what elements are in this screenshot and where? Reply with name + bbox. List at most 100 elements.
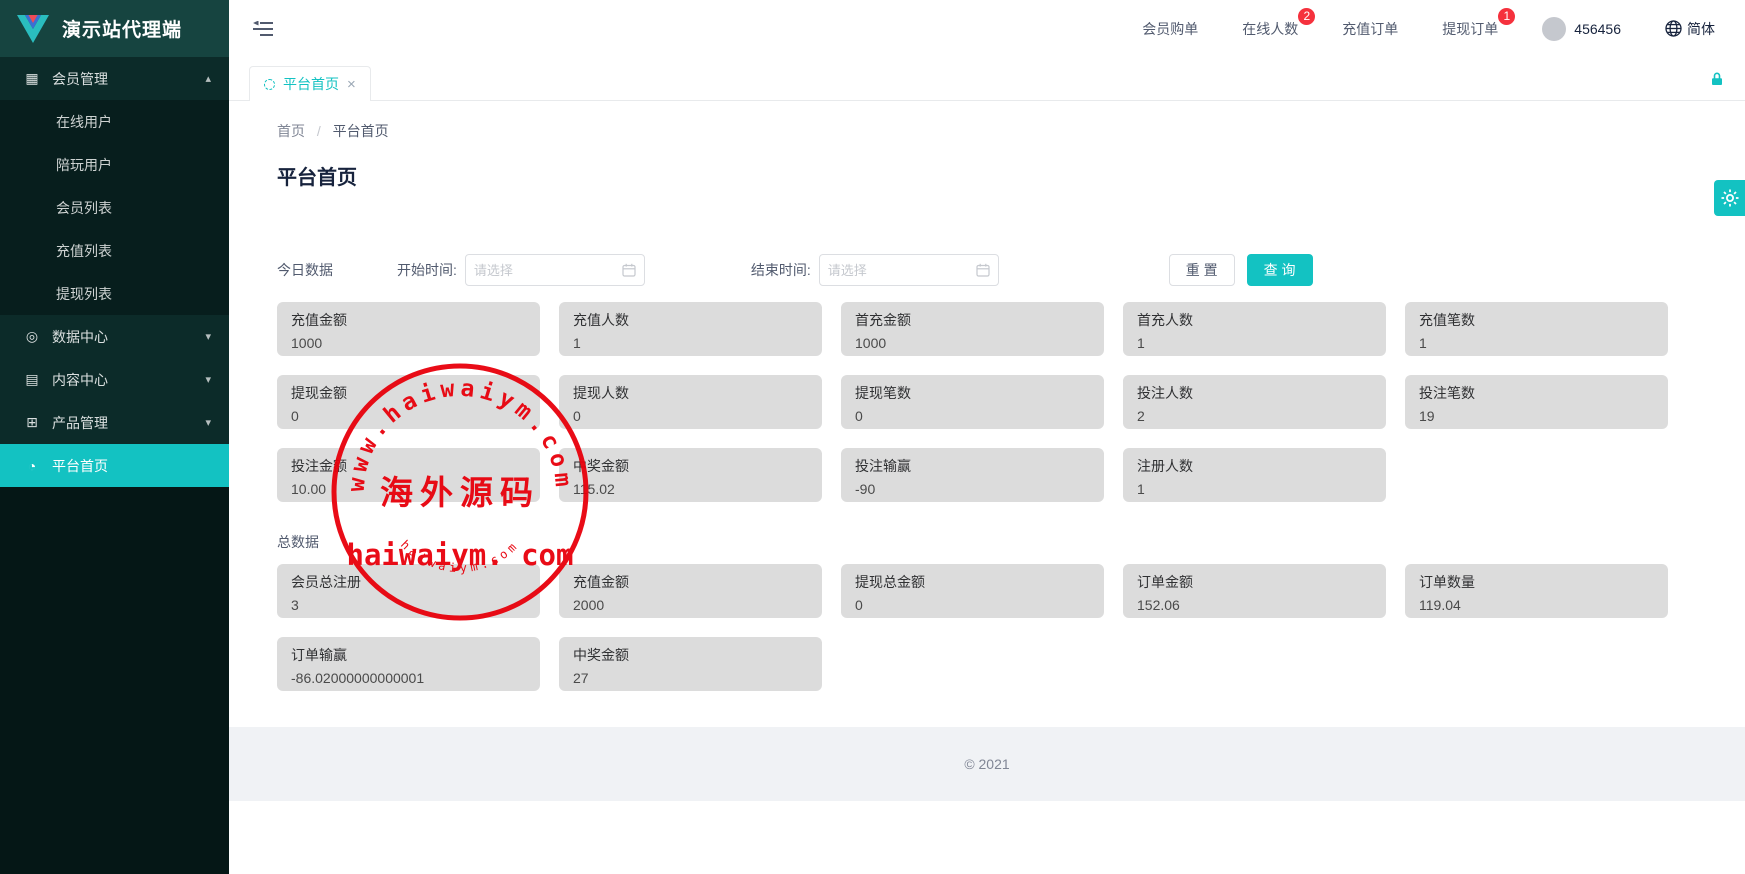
- stat-value: 1: [1137, 335, 1372, 351]
- chevron-up-icon: [205, 72, 211, 85]
- stat-label: 订单金额: [1137, 572, 1372, 592]
- breadcrumb-separator: /: [317, 123, 321, 139]
- today-stats-grid: 充值金额 1000 充值人数 1 首充金额 1000 首充人数 1: [277, 302, 1668, 502]
- stat-card: 订单输赢 -86.02000000000001: [277, 637, 540, 691]
- top-nav-item[interactable]: 会员购单: [1142, 19, 1198, 39]
- chevron-down-icon: [205, 330, 211, 343]
- settings-gear-button[interactable]: [1714, 180, 1745, 216]
- gear-icon: [1721, 189, 1739, 207]
- menu-fold-icon[interactable]: [253, 21, 273, 37]
- stat-value: 1: [573, 335, 808, 351]
- stat-value: -90: [855, 481, 1090, 497]
- count-badge: 2: [1297, 7, 1316, 26]
- stat-label: 中奖金额: [573, 645, 808, 665]
- stat-value: 1: [1137, 481, 1372, 497]
- end-date-picker[interactable]: [819, 254, 999, 286]
- content-center-icon: [22, 371, 42, 388]
- stat-label: 充值笔数: [1419, 310, 1654, 330]
- stat-card: 中奖金额 27: [559, 637, 822, 691]
- top-nav: 会员购单 在线人数 2 充值订单 提现订单 1: [1142, 17, 1715, 41]
- stat-value: 27: [573, 670, 808, 686]
- page-title: 平台首页: [277, 161, 1668, 190]
- reset-button[interactable]: 重 置: [1169, 254, 1235, 286]
- stat-card: 投注笔数 19: [1405, 375, 1668, 429]
- filter-row: 今日数据 开始时间: 结束时间: 重 置 查 询: [277, 254, 1668, 286]
- stat-label: 投注人数: [1137, 383, 1372, 403]
- stat-label: 提现人数: [573, 383, 808, 403]
- stat-card: 充值笔数 1: [1405, 302, 1668, 356]
- logo: 演示站代理端: [0, 0, 229, 57]
- sidebar-item[interactable]: 充值列表: [0, 229, 229, 272]
- product-icon: [22, 414, 42, 431]
- stat-label: 投注金额: [291, 456, 526, 476]
- filter-buttons: 重 置 查 询: [1169, 254, 1313, 286]
- chevron-down-icon: [205, 416, 211, 429]
- stat-label: 会员总注册: [291, 572, 526, 592]
- top-nav-item[interactable]: 充值订单: [1342, 19, 1398, 39]
- sidebar-item[interactable]: 产品管理: [0, 401, 229, 444]
- stat-card: 首充金额 1000: [841, 302, 1104, 356]
- stat-label: 充值人数: [573, 310, 808, 330]
- sidebar-item[interactable]: 内容中心: [0, 358, 229, 401]
- breadcrumb-current: 平台首页: [333, 123, 389, 139]
- stat-label: 订单数量: [1419, 572, 1654, 592]
- today-data-label: 今日数据: [277, 260, 333, 280]
- sidebar-item[interactable]: 平台首页: [0, 444, 229, 487]
- user-menu[interactable]: 456456: [1542, 17, 1621, 41]
- stat-value: -86.02000000000001: [291, 670, 526, 686]
- stat-label: 充值金额: [291, 310, 526, 330]
- end-date-input[interactable]: [828, 263, 976, 278]
- sidebar-item[interactable]: 会员管理: [0, 57, 229, 100]
- stat-card: 充值金额 2000: [559, 564, 822, 618]
- tab-bar: 平台首页 ×: [229, 57, 1745, 101]
- start-time-label: 开始时间:: [397, 260, 457, 280]
- stat-label: 首充金额: [855, 310, 1090, 330]
- stat-card: 提现笔数 0: [841, 375, 1104, 429]
- refresh-icon[interactable]: [264, 79, 275, 90]
- stat-card: 充值金额 1000: [277, 302, 540, 356]
- data-center-icon: [22, 328, 42, 345]
- top-nav-item[interactable]: 提现订单 1: [1442, 19, 1498, 39]
- start-date-input[interactable]: [474, 263, 622, 278]
- sidebar-item[interactable]: 陪玩用户: [0, 143, 229, 186]
- stat-value: 1: [1419, 335, 1654, 351]
- stat-label: 订单输赢: [291, 645, 526, 665]
- stat-card: 投注输赢 -90: [841, 448, 1104, 502]
- avatar: [1542, 17, 1566, 41]
- sidebar-item[interactable]: 数据中心: [0, 315, 229, 358]
- sidebar-item[interactable]: 在线用户: [0, 100, 229, 143]
- start-date-picker[interactable]: [465, 254, 645, 286]
- stat-card: 投注金额 10.00: [277, 448, 540, 502]
- stat-card: 投注人数 2: [1123, 375, 1386, 429]
- stat-value: 0: [291, 408, 526, 424]
- stat-value: 2: [1137, 408, 1372, 424]
- stat-value: 119.04: [1419, 597, 1654, 613]
- end-time-label: 结束时间:: [751, 260, 811, 280]
- stat-card: 充值人数 1: [559, 302, 822, 356]
- lock-icon[interactable]: [1709, 71, 1725, 87]
- page-footer: © 2021: [229, 727, 1745, 801]
- top-nav-item[interactable]: 在线人数 2: [1242, 19, 1298, 39]
- count-badge: 1: [1497, 7, 1516, 26]
- close-icon[interactable]: ×: [347, 77, 356, 92]
- sidebar-filler: [0, 487, 229, 874]
- stat-card: 订单数量 119.04: [1405, 564, 1668, 618]
- stat-card: 提现金额 0: [277, 375, 540, 429]
- sidebar-item[interactable]: 提现列表: [0, 272, 229, 315]
- query-button[interactable]: 查 询: [1247, 254, 1313, 286]
- stat-label: 提现总金额: [855, 572, 1090, 592]
- app-title: 演示站代理端: [62, 15, 182, 42]
- stat-value: 19: [1419, 408, 1654, 424]
- breadcrumb-home[interactable]: 首页: [277, 123, 305, 139]
- stat-card: 会员总注册 3: [277, 564, 540, 618]
- language-switcher[interactable]: 简体: [1665, 19, 1715, 39]
- stat-value: 0: [855, 408, 1090, 424]
- stat-label: 投注输赢: [855, 456, 1090, 476]
- calendar-icon: [976, 263, 990, 277]
- sidebar-item[interactable]: 会员列表: [0, 186, 229, 229]
- stat-card: 中奖金额 115.02: [559, 448, 822, 502]
- chevron-down-icon: [205, 373, 211, 386]
- tab-platform-home[interactable]: 平台首页 ×: [249, 66, 371, 101]
- stat-value: 115.02: [573, 481, 808, 497]
- stat-value: 0: [855, 597, 1090, 613]
